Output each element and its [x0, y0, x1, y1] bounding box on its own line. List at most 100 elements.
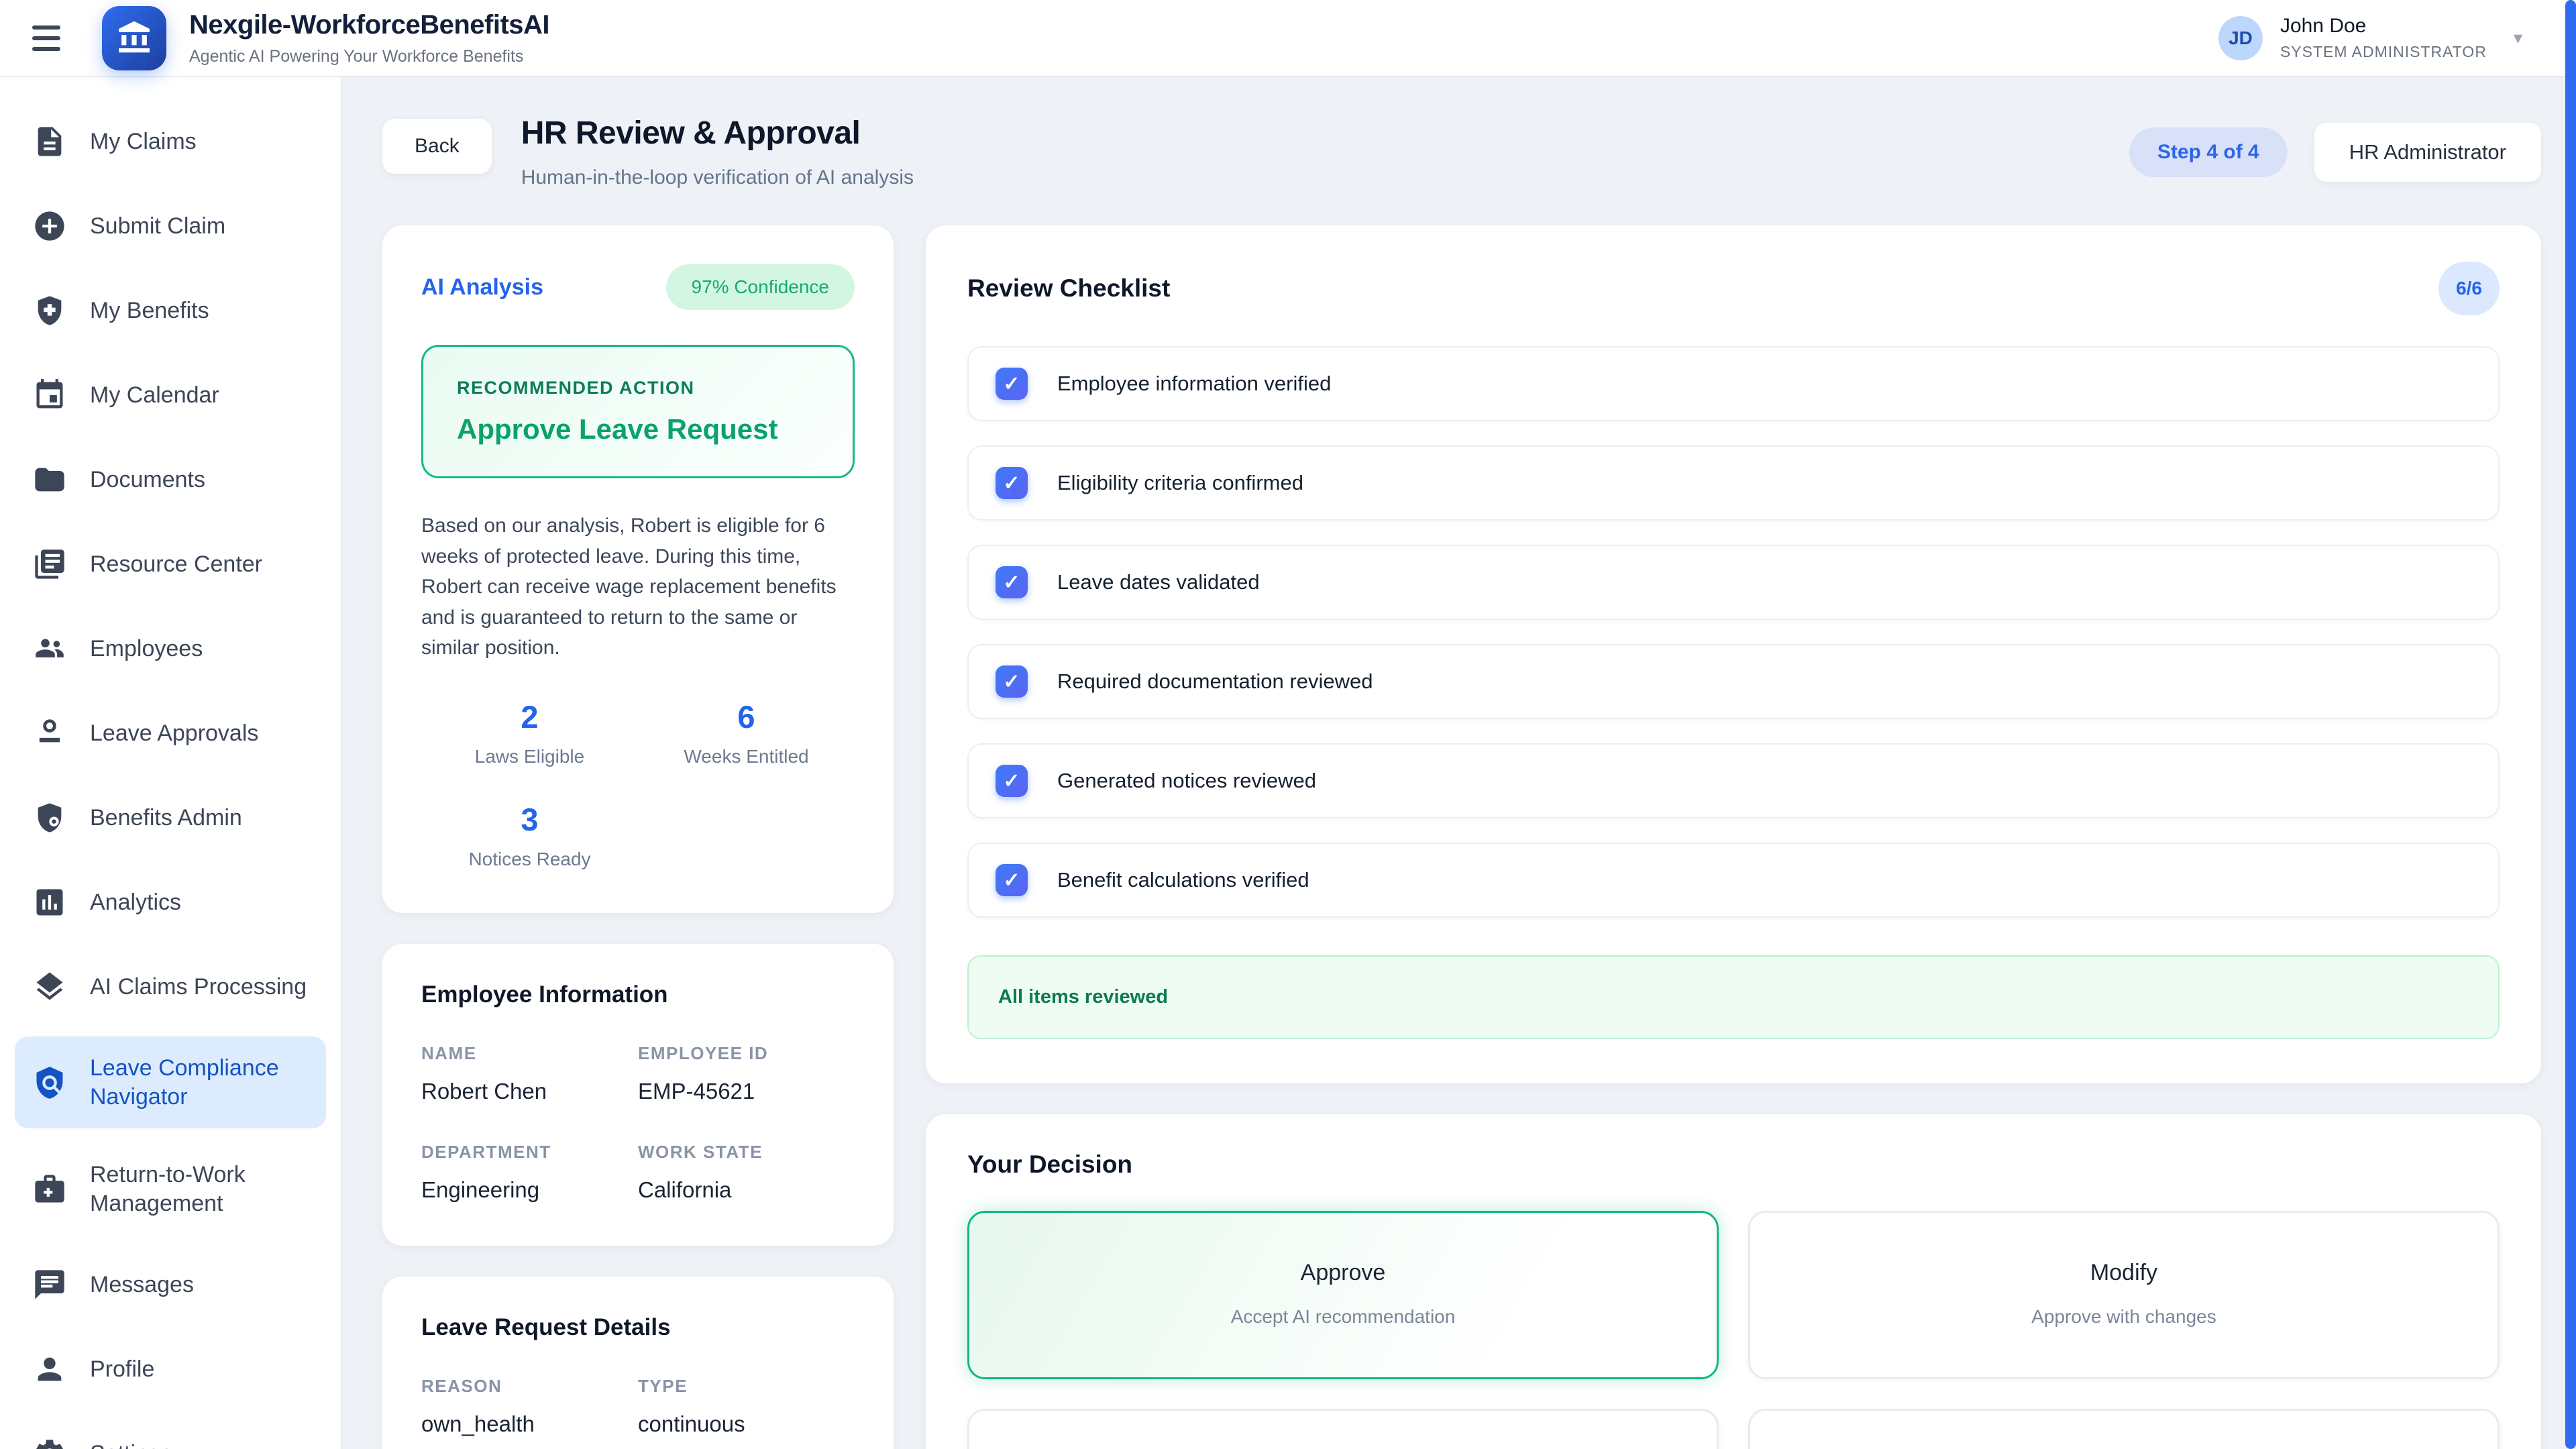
decision-option-reject[interactable]: Reject Deny the request: [1748, 1409, 2500, 1449]
sidebar: My Claims Submit Claim My Benefits My Ca…: [0, 77, 342, 1449]
sidebar-item-label: Profile: [90, 1355, 154, 1384]
document-icon: [32, 124, 67, 159]
sidebar-item-label: Settings: [90, 1440, 172, 1449]
shield-cross-icon: [32, 293, 67, 328]
checklist-item-label: Eligibility criteria confirmed: [1057, 471, 1303, 495]
decision-option-escalate[interactable]: Escalate Needs manager review: [967, 1409, 1719, 1449]
sidebar-item-ai-claims-processing[interactable]: AI Claims Processing: [15, 952, 326, 1022]
field-label: NAME: [421, 1043, 638, 1064]
back-button[interactable]: Back: [382, 119, 492, 174]
checkbox-checked-icon[interactable]: ✓: [996, 566, 1028, 598]
top-bar: Nexgile-WorkforceBenefitsAI Agentic AI P…: [0, 0, 2576, 77]
chevron-down-icon: ▾: [2514, 28, 2522, 48]
sidebar-item-resource-center[interactable]: Resource Center: [15, 529, 326, 599]
field-value: Engineering: [421, 1177, 638, 1203]
review-checklist-card: Review Checklist 6/6 ✓ Employee informat…: [926, 225, 2541, 1083]
calendar-icon: [32, 378, 67, 413]
sidebar-item-documents[interactable]: Documents: [15, 445, 326, 515]
checkbox-checked-icon[interactable]: ✓: [996, 864, 1028, 896]
bar-chart-icon: [32, 885, 67, 920]
checklist: ✓ Employee information verified ✓ Eligib…: [967, 346, 2500, 918]
sidebar-item-profile[interactable]: Profile: [15, 1334, 326, 1404]
field-employee-id: EMPLOYEE ID EMP-45621: [638, 1043, 855, 1104]
leave-request-details-title: Leave Request Details: [421, 1314, 855, 1341]
decision-option-label: Modify: [1766, 1260, 2481, 1286]
field-label: WORK STATE: [638, 1142, 855, 1163]
decision-option-modify[interactable]: Modify Approve with changes: [1748, 1211, 2500, 1379]
sidebar-item-label: Employees: [90, 635, 203, 663]
stat-label: Notices Ready: [421, 849, 638, 870]
sidebar-item-label: My Claims: [90, 127, 197, 156]
page-title: HR Review & Approval: [521, 115, 914, 152]
employee-information-title: Employee Information: [421, 981, 855, 1008]
ai-analysis-card: AI Analysis 97% Confidence RECOMMENDED A…: [382, 225, 894, 913]
gear-icon: [32, 1436, 67, 1449]
checklist-item-label: Benefit calculations verified: [1057, 868, 1309, 892]
sidebar-item-my-benefits[interactable]: My Benefits: [15, 276, 326, 345]
hr-administrator-button[interactable]: HR Administrator: [2314, 123, 2541, 182]
app-subtitle: Agentic AI Powering Your Workforce Benef…: [189, 47, 549, 66]
people-icon: [32, 631, 67, 666]
ai-stats: 2 Laws Eligible 6 Weeks Entitled 3 Notic…: [421, 698, 855, 870]
employee-information-card: Employee Information NAME Robert Chen EM…: [382, 944, 894, 1246]
page-title-block: HR Review & Approval Human-in-the-loop v…: [521, 115, 914, 189]
sidebar-item-analytics[interactable]: Analytics: [15, 867, 326, 937]
checkbox-checked-icon[interactable]: ✓: [996, 368, 1028, 400]
sidebar-item-submit-claim[interactable]: Submit Claim: [15, 191, 326, 261]
sidebar-item-label: Analytics: [90, 888, 181, 917]
person-icon: [32, 1352, 67, 1387]
bank-building-icon: [115, 19, 154, 58]
ai-analysis-label: AI Analysis: [421, 274, 543, 301]
right-column: Review Checklist 6/6 ✓ Employee informat…: [926, 225, 2541, 1449]
stat-label: Laws Eligible: [421, 746, 638, 767]
all-items-reviewed-banner: All items reviewed: [967, 955, 2500, 1039]
field-value: California: [638, 1177, 855, 1203]
sidebar-item-label: Return-to-Work Management: [90, 1161, 309, 1218]
checklist-item-label: Generated notices reviewed: [1057, 769, 1316, 793]
decision-option-description: Accept AI recommendation: [985, 1306, 1701, 1328]
sidebar-item-leave-approvals[interactable]: Leave Approvals: [15, 698, 326, 768]
checklist-row[interactable]: ✓ Leave dates validated: [967, 545, 2500, 620]
folder-icon: [32, 462, 67, 497]
page-header: Back HR Review & Approval Human-in-the-l…: [382, 115, 2541, 189]
sidebar-item-employees[interactable]: Employees: [15, 614, 326, 684]
sidebar-item-settings[interactable]: Settings: [15, 1419, 326, 1449]
stat-value: 3: [421, 801, 638, 838]
decision-option-approve[interactable]: Approve Accept AI recommendation: [967, 1211, 1719, 1379]
field-value: Robert Chen: [421, 1079, 638, 1104]
chat-icon: [32, 1267, 67, 1302]
shield-search-icon: [32, 1065, 67, 1100]
field-value: continuous: [638, 1411, 855, 1437]
checklist-row[interactable]: ✓ Required documentation reviewed: [967, 644, 2500, 719]
vertical-scrollbar[interactable]: [2565, 0, 2576, 1449]
checklist-progress-badge: 6/6: [2438, 262, 2500, 315]
hamburger-menu-icon[interactable]: [32, 17, 75, 60]
sidebar-item-benefits-admin[interactable]: Benefits Admin: [15, 783, 326, 853]
decision-option-label: Approve: [985, 1260, 1701, 1286]
sidebar-item-return-to-work[interactable]: Return-to-Work Management: [15, 1143, 326, 1235]
main-content: Back HR Review & Approval Human-in-the-l…: [342, 77, 2576, 1449]
field-label: EMPLOYEE ID: [638, 1043, 855, 1064]
sidebar-item-my-calendar[interactable]: My Calendar: [15, 360, 326, 430]
checkbox-checked-icon[interactable]: ✓: [996, 765, 1028, 797]
sidebar-item-my-claims[interactable]: My Claims: [15, 107, 326, 176]
checklist-row[interactable]: ✓ Generated notices reviewed: [967, 743, 2500, 818]
sidebar-item-label: AI Claims Processing: [90, 973, 307, 1002]
field-label: REASON: [421, 1376, 638, 1397]
checkbox-checked-icon[interactable]: ✓: [996, 665, 1028, 698]
sidebar-item-label: Documents: [90, 466, 205, 494]
user-menu[interactable]: JD John Doe SYSTEM ADMINISTRATOR ▾: [2218, 15, 2522, 61]
checklist-row[interactable]: ✓ Benefit calculations verified: [967, 843, 2500, 918]
checklist-row[interactable]: ✓ Eligibility criteria confirmed: [967, 445, 2500, 521]
sidebar-item-leave-compliance-navigator[interactable]: Leave Compliance Navigator: [15, 1036, 326, 1128]
sidebar-item-messages[interactable]: Messages: [15, 1250, 326, 1320]
layers-icon: [32, 969, 67, 1004]
shield-gear-icon: [32, 800, 67, 835]
stat-value: 2: [421, 698, 638, 735]
checkbox-checked-icon[interactable]: ✓: [996, 467, 1028, 499]
checklist-row[interactable]: ✓ Employee information verified: [967, 346, 2500, 421]
stat-weeks-entitled: 6 Weeks Entitled: [638, 698, 855, 767]
field-work-state: WORK STATE California: [638, 1142, 855, 1203]
brand-block: Nexgile-WorkforceBenefitsAI Agentic AI P…: [189, 10, 549, 66]
checklist-item-label: Employee information verified: [1057, 372, 1331, 396]
